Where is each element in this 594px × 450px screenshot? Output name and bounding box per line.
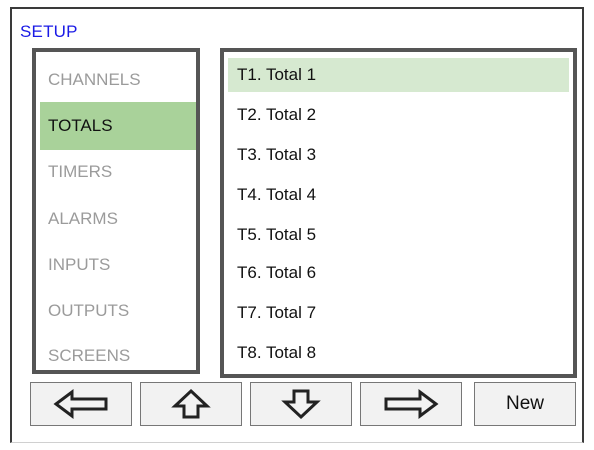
list-item-total-6[interactable]: T6. Total 6	[228, 256, 569, 290]
nav-item-channels[interactable]: CHANNELS	[40, 56, 196, 104]
arrow-left-icon	[53, 389, 108, 419]
totals-list-panel: T1. Total 1 T2. Total 2 T3. Total 3 T4. …	[220, 48, 577, 378]
list-item-total-2[interactable]: T2. Total 2	[228, 98, 569, 132]
nav-item-timers[interactable]: TIMERS	[40, 148, 196, 196]
setup-nav-panel: CHANNELS TOTALS TIMERS ALARMS INPUTS OUT…	[32, 48, 200, 374]
list-item-total-4[interactable]: T4. Total 4	[228, 178, 569, 212]
list-item-total-5[interactable]: T5. Total 5	[228, 218, 569, 252]
list-item-total-8[interactable]: T8. Total 8	[228, 336, 569, 370]
nav-down-button[interactable]	[250, 382, 352, 426]
new-button[interactable]: New	[474, 382, 576, 426]
list-item-total-7[interactable]: T7. Total 7	[228, 296, 569, 330]
list-item-total-3[interactable]: T3. Total 3	[228, 138, 569, 172]
nav-left-button[interactable]	[30, 382, 132, 426]
nav-item-outputs[interactable]: OUTPUTS	[40, 287, 196, 335]
nav-up-button[interactable]	[140, 382, 242, 426]
nav-right-button[interactable]	[360, 382, 462, 426]
arrow-down-icon	[281, 389, 321, 420]
arrow-right-icon	[384, 389, 439, 419]
page-title: SETUP	[20, 22, 78, 41]
nav-item-screens[interactable]: SCREENS	[40, 332, 196, 380]
list-item-total-1[interactable]: T1. Total 1	[228, 58, 569, 92]
nav-item-alarms[interactable]: ALARMS	[40, 195, 196, 243]
arrow-up-icon	[171, 388, 211, 419]
nav-item-inputs[interactable]: INPUTS	[40, 241, 196, 289]
nav-item-totals[interactable]: TOTALS	[40, 102, 196, 150]
